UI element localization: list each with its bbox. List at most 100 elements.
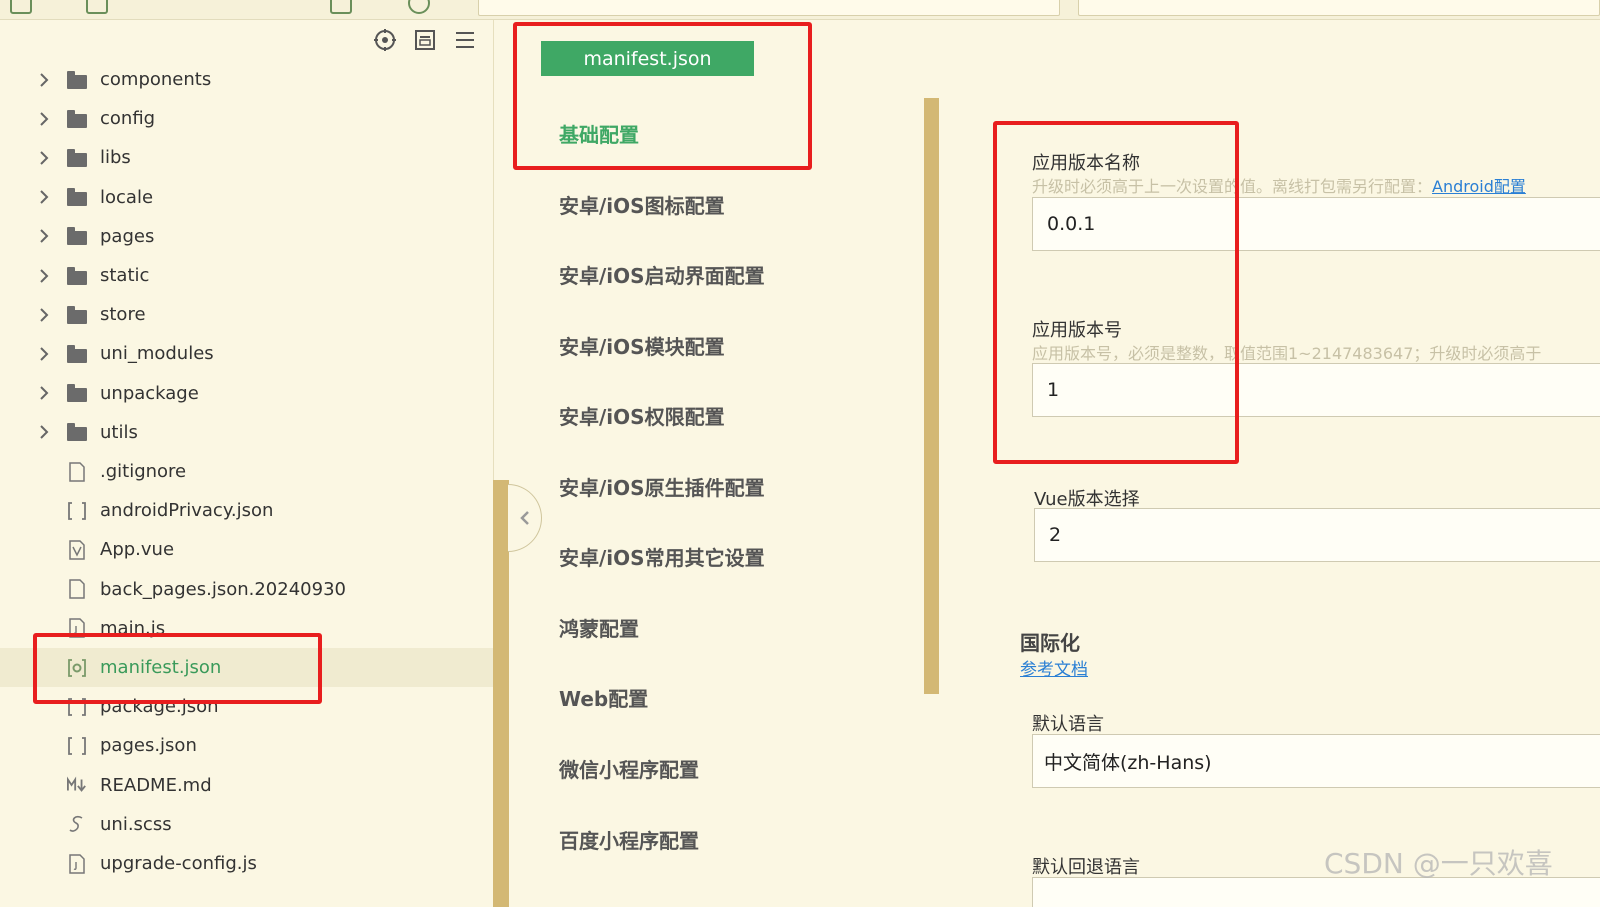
locate-icon[interactable] [373, 28, 397, 52]
nav-scrollbar[interactable] [924, 98, 939, 694]
folder-icon [67, 305, 87, 325]
tree-item-label: uni_modules [100, 343, 214, 365]
folder-icon [67, 226, 87, 246]
md-file-icon [67, 775, 87, 795]
js-file-icon [67, 618, 87, 639]
nav-item[interactable]: 安卓/iOS启动界面配置 [559, 260, 765, 289]
chevron-right-icon[interactable] [36, 424, 52, 440]
tree-item-label: upgrade-config.js [100, 853, 257, 874]
chevron-right-icon[interactable] [36, 385, 52, 401]
version-name-hint: 升级时必须高于上一次设置的值。离线打包需另行配置：Android配置 [1032, 177, 1526, 196]
version-name-input[interactable]: 0.0.1 [1032, 197, 1600, 251]
manifest-file-icon [67, 658, 87, 678]
version-code-label: 应用版本号 [1032, 320, 1122, 341]
default-lang-label: 默认语言 [1032, 714, 1104, 735]
folder-icon [67, 344, 87, 364]
nav-item[interactable]: 安卓/iOS图标配置 [559, 190, 725, 219]
chevron-right-icon[interactable] [36, 189, 52, 205]
back-icon[interactable] [176, 0, 198, 14]
nav-item[interactable]: 微信小程序配置 [559, 754, 699, 783]
nav-item[interactable]: 安卓/iOS原生插件配置 [559, 472, 765, 501]
folder-icon [67, 148, 87, 168]
nav-item[interactable]: 安卓/iOS模块配置 [559, 331, 725, 360]
tree-item-label: pages [100, 225, 155, 247]
watermark: CSDN @一只欢喜 [1324, 847, 1553, 880]
chevron-right-icon[interactable] [36, 268, 52, 284]
tree-item[interactable]: locale [0, 178, 493, 217]
tree-item[interactable]: upgrade-config.js [0, 844, 493, 883]
tree-item[interactable]: uni_modules [0, 334, 493, 373]
run-icon[interactable] [408, 0, 430, 14]
tree-item[interactable]: main.js [0, 609, 493, 648]
folder-icon [67, 70, 87, 90]
chevron-right-icon[interactable] [36, 307, 52, 323]
vue-file-icon [67, 540, 87, 560]
nav-item[interactable]: Web配置 [559, 683, 648, 712]
version-code-input[interactable]: 1 [1032, 363, 1600, 417]
tree-item-label: androidPrivacy.json [100, 500, 274, 522]
tree-item[interactable]: package.json [0, 687, 493, 726]
address-input[interactable] [478, 0, 1060, 16]
tree-item-label: libs [100, 147, 131, 169]
tree-item-label: manifest.json [100, 657, 222, 678]
tree-item[interactable]: uni.scss [0, 805, 493, 844]
tree-item[interactable]: config [0, 99, 493, 138]
search-input[interactable] [1078, 0, 1600, 16]
tree-item[interactable]: App.vue [0, 530, 493, 569]
top-toolbar [0, 0, 1600, 20]
tree-item-label: uni.scss [100, 813, 172, 835]
tree-item-label: utils [100, 421, 138, 443]
tree-item[interactable]: static [0, 256, 493, 295]
save-icon[interactable] [86, 0, 108, 14]
forward-icon[interactable] [246, 0, 268, 14]
android-config-link[interactable]: Android配置 [1432, 177, 1526, 196]
tree-item-label: package.json [100, 696, 219, 718]
i18n-docs-link[interactable]: 参考文档 [1020, 655, 1088, 680]
nav-item[interactable]: 安卓/iOS常用其它设置 [559, 542, 765, 571]
tree-item[interactable]: androidPrivacy.json [0, 491, 493, 530]
sidebar-scrollbar[interactable] [493, 480, 509, 907]
tree-item[interactable]: pages [0, 217, 493, 256]
new-file-icon[interactable] [10, 0, 32, 14]
file-tree-panel: components config libs locale pages static sto… [0, 20, 493, 907]
bookmark-icon[interactable] [330, 0, 352, 14]
nav-item[interactable]: 安卓/iOS权限配置 [559, 401, 725, 430]
tree-item-label: config [100, 108, 156, 130]
chevron-right-icon[interactable] [36, 346, 52, 362]
tree-item-label: .gitignore [100, 461, 187, 482]
file-file-icon [67, 579, 87, 599]
manifest-tab[interactable]: manifest.json [541, 41, 754, 76]
tree-item-label: main.js [100, 617, 166, 639]
tree-item-label: pages.json [100, 735, 197, 757]
tree-item[interactable]: back_pages.json.20240930 [0, 570, 493, 609]
tree-item[interactable]: pages.json [0, 726, 493, 765]
menu-icon[interactable] [453, 28, 477, 52]
chevron-right-icon[interactable] [36, 150, 52, 166]
tree-item[interactable]: components [0, 60, 493, 99]
tree-item[interactable]: unpackage [0, 374, 493, 413]
version-name-label: 应用版本名称 [1032, 153, 1140, 174]
nav-item[interactable]: 鸿蒙配置 [559, 613, 639, 642]
chevron-right-icon[interactable] [36, 228, 52, 244]
splitter[interactable] [493, 20, 509, 480]
tree-toolbar [373, 28, 493, 56]
nav-item[interactable]: 基础配置 [559, 119, 639, 148]
tree-item[interactable]: store [0, 295, 493, 334]
tree-item-label: store [100, 304, 146, 326]
tree-item-label: components [100, 69, 212, 90]
tree-item[interactable]: README.md [0, 766, 493, 805]
json-file-icon [67, 736, 87, 756]
default-lang-select[interactable]: 中文简体(zh-Hans) [1032, 734, 1600, 788]
chevron-right-icon[interactable] [36, 72, 52, 88]
tree-item[interactable]: manifest.json [0, 648, 493, 687]
nav-item[interactable]: 百度小程序配置 [559, 825, 699, 854]
chevron-right-icon[interactable] [36, 111, 52, 127]
json-file-icon [67, 501, 87, 521]
collapse-all-icon[interactable] [413, 28, 437, 52]
tree-item[interactable]: utils [0, 413, 493, 452]
tree-item[interactable]: libs [0, 138, 493, 177]
vue-version-select[interactable]: 2 [1034, 508, 1600, 562]
folder-icon [67, 187, 87, 207]
js-file-icon [67, 853, 87, 874]
tree-item[interactable]: .gitignore [0, 452, 493, 491]
